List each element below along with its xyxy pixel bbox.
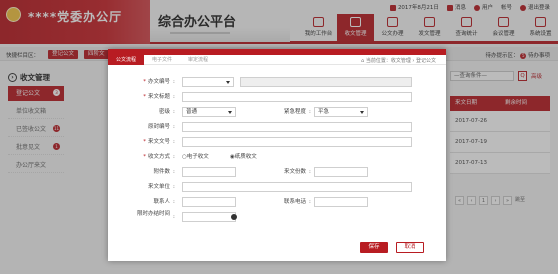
source-unit-label: 来文单位 (147, 184, 170, 190)
modal-tabs: 公文流程 电子文件 审定流程 ⌂ 当前位置：收文管理 › 登记公文 (108, 54, 446, 65)
secrecy-label: 密级 (158, 109, 170, 115)
tab-electronic-file[interactable]: 电子文件 (144, 55, 180, 65)
form-row: * 来文文号 : (108, 137, 446, 147)
doc-number-select[interactable] (182, 77, 234, 87)
doc-title-label: * 来文标题 (143, 94, 170, 100)
copies-label: 来文份数 (283, 169, 306, 175)
doc-title-field[interactable] (182, 92, 412, 102)
radio-paper[interactable]: ◉纸质收文 (230, 152, 257, 162)
attachments-field[interactable] (182, 167, 236, 177)
tab-doc-flow[interactable]: 公文流程 (108, 54, 145, 65)
urgency-label: 紧急程度 (283, 109, 306, 115)
form-row: 密级 : 普通 紧急程度 : 平急 (108, 107, 446, 117)
form-row: 联系人 : 联系电话 : (108, 197, 446, 207)
receive-mode-label: * 收文方式 (143, 154, 170, 160)
form-row: * 来文标题 : (108, 92, 446, 102)
deadline-field[interactable] (182, 212, 236, 222)
secrecy-select[interactable]: 普通 (182, 107, 236, 117)
phone-label: 联系电话 (283, 199, 306, 205)
urgency-select[interactable]: 平急 (314, 107, 368, 117)
form-row: * 办文编号 : (108, 77, 446, 87)
source-number-field[interactable] (182, 137, 412, 147)
doc-number-field[interactable] (240, 77, 412, 87)
register-doc-modal: 公文流程 电子文件 审定流程 ⌂ 当前位置：收文管理 › 登记公文 * 办文编号 … (108, 49, 446, 261)
breadcrumb: ⌂ 当前位置：收文管理 › 登记公文 (361, 58, 436, 64)
doc-number-label: * 办文编号 (143, 79, 170, 85)
form-row: * 收文方式 : ○电子收文 ◉纸质收文 (108, 152, 446, 162)
form-row: 限时办结时间 : (108, 211, 446, 222)
contact-label: 联系人 (153, 199, 170, 205)
save-button[interactable]: 保存 (360, 242, 388, 253)
source-unit-field[interactable] (182, 182, 412, 192)
contact-field[interactable] (182, 197, 236, 207)
doc-id-field[interactable] (182, 122, 412, 132)
doc-id-label: 原封编号 (147, 124, 170, 130)
cancel-button[interactable]: 取消 (396, 242, 424, 253)
form-row: 原封编号 : (108, 122, 446, 132)
form-row: 来文单位 : (108, 182, 446, 192)
phone-field[interactable] (314, 197, 368, 207)
deadline-label: 限时办结时间 (136, 211, 170, 217)
attachments-label: 附件数 (153, 169, 170, 175)
tab-review-flow[interactable]: 审定流程 (180, 55, 216, 65)
copies-field[interactable] (314, 167, 368, 177)
source-number-label: * 来文文号 (143, 139, 170, 145)
radio-electronic[interactable]: ○电子收文 (182, 152, 209, 162)
form-row: 附件数 : 来文份数 : (108, 167, 446, 177)
modal-footer: 保存 取消 (360, 242, 424, 253)
calendar-icon[interactable] (231, 214, 237, 220)
